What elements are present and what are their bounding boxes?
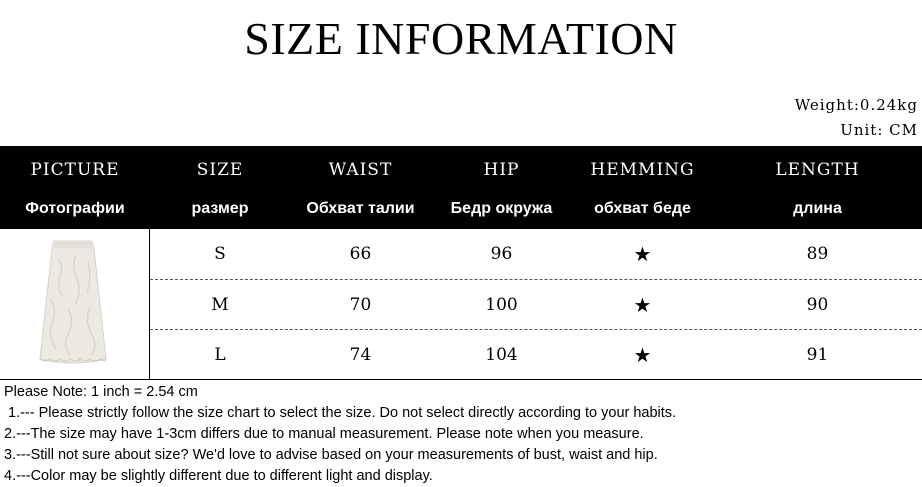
- length-value: 90: [806, 295, 829, 315]
- size-value: M: [211, 295, 229, 315]
- note-item: 2.---The size may have 1-3cm differs due…: [4, 426, 644, 442]
- table-body: S 66 96 ★ 89 M 70 100 ★ 90 L 74 104 ★ 91: [0, 229, 922, 379]
- size-value: S: [214, 244, 226, 264]
- picture-cell: [0, 229, 150, 379]
- length-value: 91: [806, 345, 829, 365]
- header-picture-en: PICTURE: [30, 160, 120, 180]
- header-hip-ru: Бедр окружа: [450, 200, 553, 217]
- header-size-ru: размер: [191, 200, 249, 217]
- note-item: 3.---Still not sure about size? We'd lov…: [4, 447, 658, 463]
- header-waist-en: WAIST: [328, 160, 393, 180]
- note-item: 1.--- Please strictly follow the size ch…: [8, 405, 677, 421]
- note-intro: Please Note: 1 inch = 2.54 cm: [4, 384, 198, 400]
- hip-value: 100: [485, 295, 518, 315]
- header-waist-ru: Обхват талии: [306, 200, 415, 217]
- table-header: PICTURE Фотографии SIZE размер WAIST Обх…: [0, 146, 922, 229]
- hip-value: 104: [485, 345, 518, 365]
- header-hip-en: HIP: [483, 160, 520, 180]
- header-size-en: SIZE: [196, 160, 244, 180]
- table-row-m: M 70 100 ★ 90: [150, 279, 922, 330]
- header-length-en: LENGTH: [775, 160, 860, 180]
- size-value: L: [214, 345, 226, 365]
- waist-value: 74: [349, 345, 372, 365]
- header-length-ru: длина: [793, 200, 842, 217]
- table-row-l: L 74 104 ★ 91: [150, 329, 922, 380]
- unit-label: Unit: CM: [840, 121, 918, 139]
- header-picture-ru: Фотографии: [25, 200, 125, 217]
- header-hemming-en: HEMMING: [590, 160, 695, 180]
- notes-section: Please Note: 1 inch = 2.54 cm 1.--- Plea…: [4, 382, 918, 487]
- table-row-s: S 66 96 ★ 89: [150, 229, 922, 279]
- page-title: SIZE INFORMATION: [244, 13, 678, 64]
- star-icon: ★: [633, 242, 652, 266]
- hip-value: 96: [490, 244, 513, 264]
- waist-value: 66: [349, 244, 372, 264]
- note-item: 4.---Color may be slightly different due…: [4, 468, 433, 484]
- waist-value: 70: [349, 295, 372, 315]
- star-icon: ★: [633, 343, 652, 367]
- length-value: 89: [806, 244, 829, 264]
- star-icon: ★: [633, 293, 652, 317]
- weight-label: Weight:0.24kg: [794, 96, 918, 114]
- skirt-image: [39, 240, 107, 364]
- header-hemming-ru: обхват беде: [594, 200, 691, 217]
- table-bottom-border: [0, 379, 922, 380]
